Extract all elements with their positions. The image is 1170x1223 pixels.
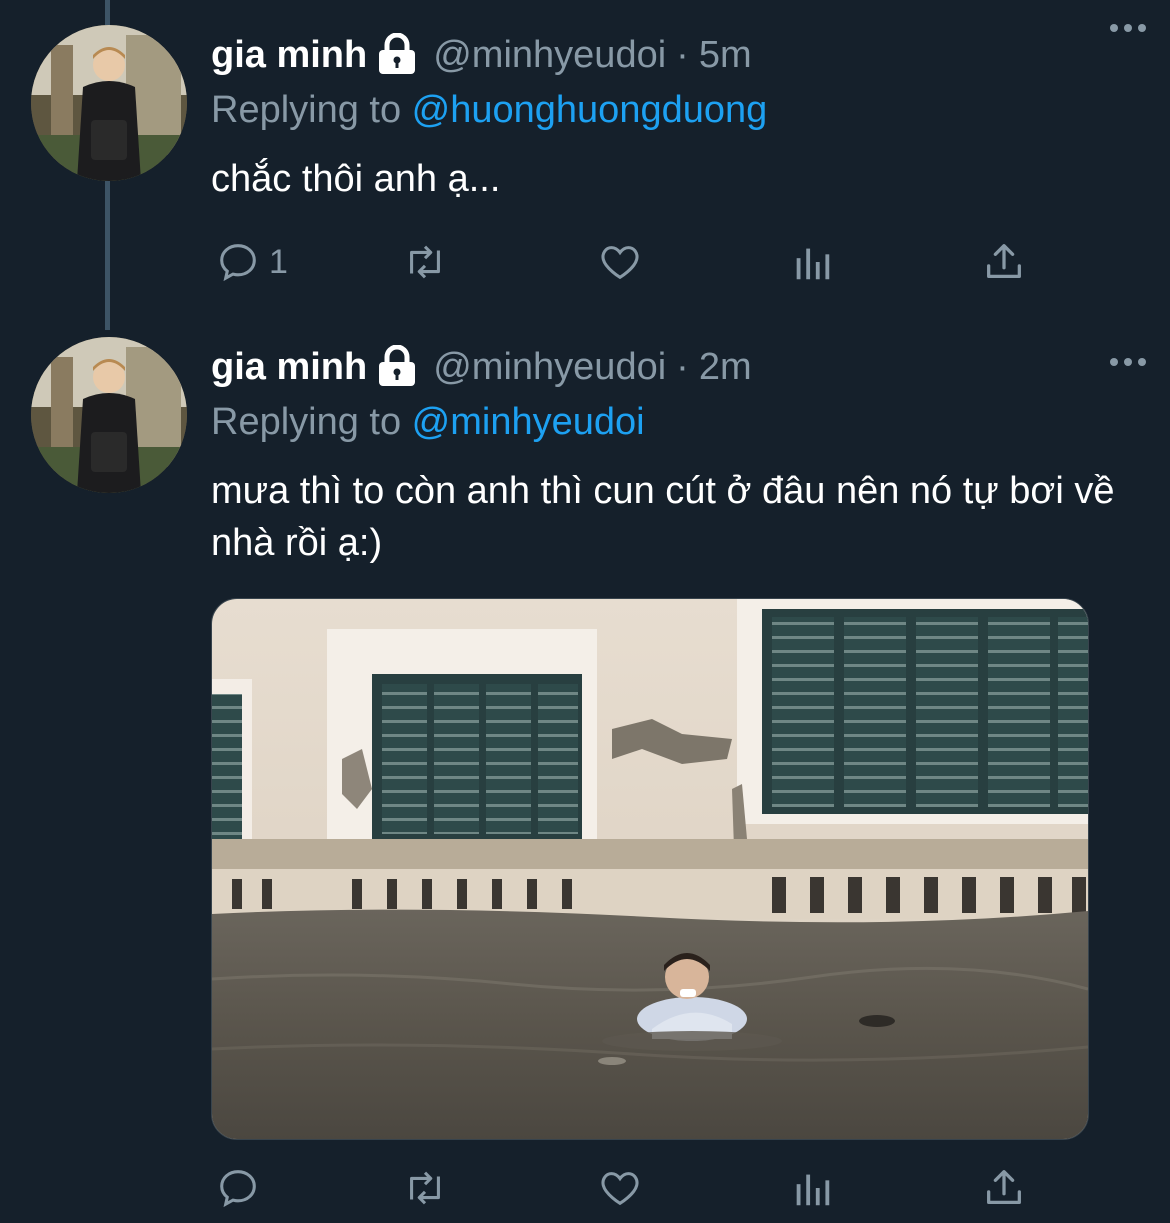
retweet-button[interactable] bbox=[401, 1163, 449, 1213]
reply-icon bbox=[220, 1170, 256, 1208]
reply-button[interactable]: 1 bbox=[215, 237, 288, 287]
heart-icon bbox=[601, 1172, 639, 1206]
user-handle[interactable]: @minhyeudoi bbox=[433, 34, 666, 77]
more-options-icon[interactable] bbox=[1108, 352, 1148, 372]
replying-to-mention[interactable]: @minhyeudoi bbox=[412, 401, 645, 443]
replying-to: Replying to @minhyeudoi bbox=[211, 397, 1130, 447]
like-button[interactable] bbox=[596, 237, 644, 287]
tweet-header: gia minh @minhyeudoi · 2m bbox=[211, 337, 1130, 397]
replying-to: Replying to @huonghuongduong bbox=[211, 85, 1130, 135]
tweet-media-photo[interactable] bbox=[211, 598, 1089, 1140]
replying-to-label: Replying to bbox=[211, 401, 412, 443]
reply-button[interactable] bbox=[215, 1163, 269, 1213]
display-name[interactable]: gia minh bbox=[211, 346, 367, 389]
lock-icon bbox=[377, 32, 417, 77]
share-icon bbox=[987, 1170, 1021, 1205]
retweet-icon bbox=[410, 245, 440, 279]
tweet-text: mưa thì to còn anh thì cun cút ở đâu nên… bbox=[211, 470, 1115, 564]
reply-count: 1 bbox=[269, 242, 288, 281]
analytics-button[interactable] bbox=[789, 237, 835, 287]
analytics-icon bbox=[796, 248, 830, 280]
heart-icon bbox=[601, 246, 639, 280]
like-button[interactable] bbox=[596, 1163, 644, 1213]
user-handle[interactable]: @minhyeudoi bbox=[433, 346, 666, 389]
tweet-text: chắc thôi anh ạ... bbox=[211, 158, 501, 200]
tweet-1[interactable]: gia minh @minhyeudoi · 5m Replying to @h… bbox=[0, 0, 1170, 330]
share-icon bbox=[987, 244, 1021, 279]
tweet-actions: 1 bbox=[211, 237, 1041, 287]
retweet-icon bbox=[410, 1171, 440, 1205]
replying-to-label: Replying to bbox=[211, 89, 412, 131]
avatar[interactable] bbox=[31, 25, 187, 181]
retweet-button[interactable] bbox=[401, 237, 449, 287]
analytics-icon bbox=[796, 1174, 830, 1206]
separator-dot: · bbox=[676, 345, 689, 388]
lock-icon bbox=[377, 344, 417, 389]
separator-dot: · bbox=[676, 33, 689, 76]
display-name[interactable]: gia minh bbox=[211, 34, 367, 77]
more-options-icon[interactable] bbox=[1108, 18, 1148, 38]
timestamp[interactable]: 2m bbox=[699, 346, 752, 389]
tweet-header: gia minh @minhyeudoi · 5m bbox=[211, 25, 1130, 85]
tweet-actions bbox=[211, 1163, 1041, 1213]
timestamp[interactable]: 5m bbox=[699, 34, 752, 77]
reply-icon bbox=[220, 244, 256, 282]
share-button[interactable] bbox=[981, 1163, 1027, 1213]
replying-to-mention[interactable]: @huonghuongduong bbox=[412, 89, 768, 131]
analytics-button[interactable] bbox=[789, 1163, 835, 1213]
avatar[interactable] bbox=[31, 337, 187, 493]
share-button[interactable] bbox=[981, 237, 1027, 287]
